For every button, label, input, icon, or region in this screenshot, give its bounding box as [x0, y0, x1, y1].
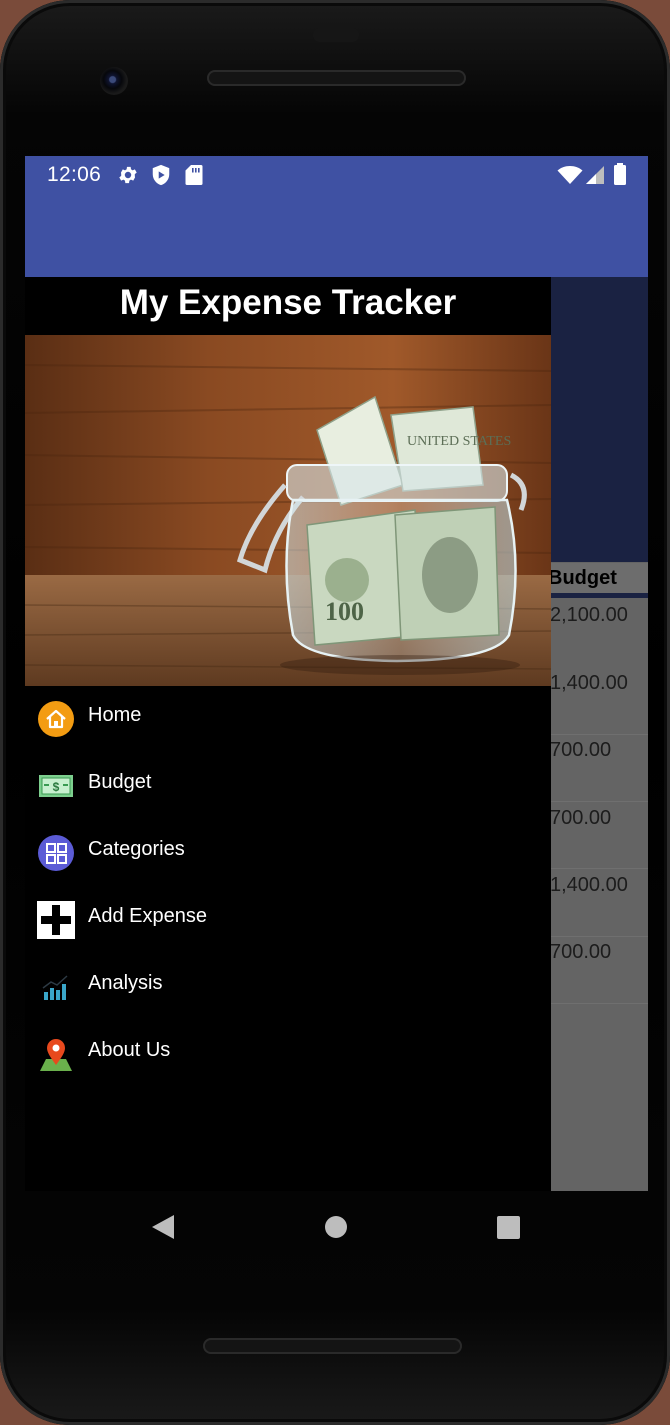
row-divider	[548, 936, 648, 937]
home-circle-icon[interactable]	[324, 1215, 348, 1244]
plus-icon	[37, 901, 75, 939]
budget-cell: 700.00	[550, 739, 612, 761]
row-divider	[548, 734, 648, 735]
menu-item-analysis[interactable]: Analysis	[25, 954, 551, 1021]
budget-cell: 1,400.00	[550, 672, 628, 694]
menu-label-about-us: About Us	[88, 1039, 171, 1061]
budget-cell: 2,100.00	[550, 604, 628, 626]
menu-item-about-us[interactable]: About Us	[25, 1021, 551, 1088]
drawer-title: My Expense Tracker	[119, 283, 457, 322]
navigation-drawer: My Expense Tracker UNITED STATES 100 Hom…	[25, 277, 551, 1191]
shield-play-icon	[151, 164, 171, 191]
phone-frame: 12:06 Budget 2,100.00 1,400.00 700.00 70…	[0, 0, 670, 1425]
row-divider	[548, 868, 648, 869]
menu-label-analysis: Analysis	[88, 972, 163, 994]
svg-text:UNITED STATES: UNITED STATES	[407, 434, 511, 449]
signal-icon	[585, 166, 605, 190]
svg-text:100: 100	[325, 597, 364, 626]
sensor-slot	[313, 28, 359, 42]
menu-label-categories: Categories	[88, 838, 185, 860]
menu-item-home[interactable]: Home	[25, 686, 551, 753]
menu-label-budget: Budget	[88, 771, 152, 793]
back-icon[interactable]	[150, 1213, 176, 1246]
earpiece-speaker	[207, 70, 466, 86]
column-header-underline	[548, 593, 648, 598]
battery-icon	[613, 163, 627, 190]
wifi-icon	[557, 165, 583, 190]
status-time: 12:06	[47, 163, 102, 186]
device-screen: 12:06 Budget 2,100.00 1,400.00 700.00 70…	[25, 156, 648, 1191]
svg-text:$: $	[53, 780, 60, 794]
budget-cell: 1,400.00	[550, 874, 628, 896]
menu-item-add-expense[interactable]: Add Expense	[25, 887, 551, 954]
budget-cell: 700.00	[550, 807, 612, 829]
budget-bill-icon: $	[37, 767, 75, 805]
money-jar-image: UNITED STATES 100	[25, 335, 551, 686]
menu-item-budget[interactable]: $ Budget	[25, 753, 551, 820]
menu-label-home: Home	[88, 704, 142, 726]
categories-grid-icon	[37, 834, 75, 872]
menu-item-categories[interactable]: Categories	[25, 820, 551, 887]
app-bar	[25, 192, 648, 277]
recents-icon[interactable]	[497, 1216, 520, 1244]
row-divider	[548, 801, 648, 802]
budget-cell: 700.00	[550, 941, 612, 963]
gear-icon	[117, 164, 139, 191]
budget-column-header: Budget	[548, 563, 648, 593]
location-pin-icon	[37, 1035, 75, 1073]
bottom-speaker	[203, 1338, 462, 1354]
menu-label-add-expense: Add Expense	[88, 905, 207, 927]
home-icon	[37, 700, 75, 738]
front-camera	[100, 67, 128, 95]
status-bar: 12:06	[25, 156, 648, 192]
bar-chart-icon	[37, 968, 75, 1006]
sd-card-icon	[185, 164, 203, 191]
row-divider	[548, 1003, 648, 1004]
